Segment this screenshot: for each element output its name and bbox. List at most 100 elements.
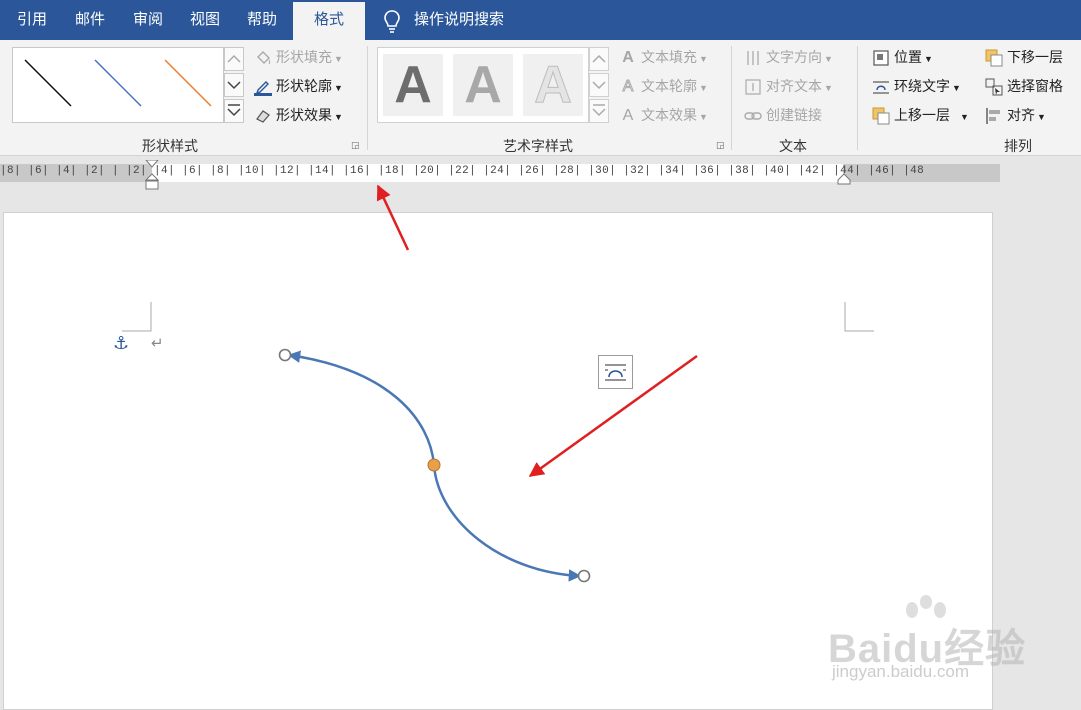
create-link-button[interactable]: 创建链接 <box>744 103 822 127</box>
bring-forward-label: 上移一层 <box>894 107 950 123</box>
selection-pane-button[interactable]: 选择窗格 <box>985 74 1063 98</box>
align-text-icon <box>745 79 761 95</box>
dropdown-caret-icon: ▼ <box>824 54 833 64</box>
wordart-gallery[interactable]: A A A <box>377 47 589 123</box>
shape-outline-label: 形状轮廓 <box>276 78 332 94</box>
group-label-arrange: 排列 <box>1004 138 1032 154</box>
dropdown-caret-icon: ▼ <box>334 83 343 93</box>
group-divider <box>857 46 858 150</box>
text-direction-button[interactable]: 文字方向 ▼ <box>744 45 833 69</box>
chevron-up-icon <box>227 54 241 63</box>
dialog-launcher-icon[interactable]: ◲ <box>716 140 726 150</box>
shape-fill-label: 形状填充 <box>276 49 332 65</box>
align-label: 对齐 <box>1007 107 1035 123</box>
group-label-wordart: 艺术字样式 <box>503 138 573 154</box>
chevron-down-icon <box>592 81 606 90</box>
watermark-url: jingyan.baidu.com <box>832 662 970 681</box>
gallery-expand-icon <box>227 104 241 117</box>
dropdown-caret-icon: ▼ <box>699 54 708 64</box>
wordart-preview-3[interactable]: A <box>523 54 583 116</box>
text-outline-icon: A <box>622 78 634 96</box>
dropdown-caret-icon: ▼ <box>334 112 343 122</box>
style-preview-black[interactable] <box>24 59 72 107</box>
horizontal-ruler[interactable]: |8| |6| |4| |2| | |2| |4| |6| |8| |10| |… <box>0 160 1000 190</box>
shape-fill-button[interactable]: 形状填充 ▼ <box>254 45 343 69</box>
shape-effects-button[interactable]: 形状效果 ▼ <box>254 103 343 127</box>
position-label: 位置 <box>894 49 922 65</box>
wordart-more[interactable] <box>589 99 609 123</box>
text-effects-label: 文本效果 <box>641 107 697 123</box>
position-icon <box>873 50 889 66</box>
send-backward-icon <box>985 49 1003 67</box>
dropdown-caret-icon: ▼ <box>699 112 708 122</box>
tab-help[interactable]: 帮助 <box>234 0 290 40</box>
style-preview-blue[interactable] <box>94 59 142 107</box>
ribbon: 形状填充 ▼ 形状轮廓 ▼ 形状效果 ▼ 形状样式 ◲ A A A A 文本填充 ▼ A文… <box>0 40 1081 156</box>
align-button[interactable]: 对齐 ▼ <box>985 103 1046 127</box>
bring-forward-icon <box>872 107 890 125</box>
bring-forward-button[interactable]: 上移一层 ▼ <box>872 103 969 127</box>
dropdown-caret-icon: ▼ <box>699 83 708 93</box>
send-backward-label: 下移一层 <box>1007 49 1063 65</box>
tab-review[interactable]: 审阅 <box>120 0 176 40</box>
paint-bucket-icon <box>257 51 271 65</box>
gallery-scroll-up[interactable] <box>224 47 244 71</box>
text-effects-button[interactable]: A 文本效果 ▼ <box>619 103 708 127</box>
align-text-label: 对齐文本 <box>766 78 822 94</box>
chevron-down-icon <box>227 81 241 90</box>
dropdown-caret-icon: ▼ <box>1037 112 1046 122</box>
text-fill-button[interactable]: A 文本填充 ▼ <box>619 45 708 69</box>
text-fill-icon: A <box>622 49 634 67</box>
text-direction-icon <box>747 51 759 66</box>
send-backward-button[interactable]: 下移一层 <box>985 45 1063 69</box>
indent-markers-icon[interactable] <box>145 160 159 190</box>
link-icon <box>744 112 762 120</box>
tab-mailings[interactable]: 邮件 <box>62 0 118 40</box>
text-outline-button[interactable]: A 文本轮廓 ▼ <box>619 74 708 98</box>
dropdown-caret-icon: ▼ <box>334 54 343 64</box>
text-effects-icon: A <box>622 107 634 125</box>
tell-me-search[interactable]: 操作说明搜索 <box>414 0 504 40</box>
position-button[interactable]: 位置 ▼ <box>872 45 933 69</box>
create-link-label: 创建链接 <box>766 107 822 123</box>
wrap-text-label: 环绕文字 <box>894 78 950 94</box>
align-text-button[interactable]: 对齐文本 ▼ <box>744 74 833 98</box>
tab-format[interactable]: 格式 <box>293 2 365 40</box>
dialog-launcher-icon[interactable]: ◲ <box>351 140 361 150</box>
tab-view[interactable]: 视图 <box>177 0 233 40</box>
shape-effects-icon <box>256 110 270 124</box>
selection-pane-label: 选择窗格 <box>1007 78 1063 94</box>
group-label-shape-styles: 形状样式 <box>142 138 198 154</box>
baidu-watermark: Baidu经验 jingyan.baidu.com <box>828 594 1028 694</box>
layout-options-icon <box>605 364 626 381</box>
gallery-scroll-down[interactable] <box>224 73 244 97</box>
wordart-scroll-up[interactable] <box>589 47 609 71</box>
text-outline-label: 文本轮廓 <box>641 78 697 94</box>
ribbon-tab-bar: 引用 邮件 审阅 视图 帮助 格式 操作说明搜索 <box>0 0 1081 40</box>
gallery-more[interactable] <box>224 99 244 123</box>
wrap-text-icon <box>873 81 889 94</box>
dropdown-caret-icon: ▼ <box>824 83 833 93</box>
align-objects-icon <box>986 108 1000 125</box>
shape-outline-button[interactable]: 形状轮廓 ▼ <box>254 74 343 98</box>
layout-options-button[interactable] <box>598 355 633 389</box>
dropdown-caret-icon: ▼ <box>924 54 933 64</box>
dropdown-caret-icon: ▼ <box>960 112 969 122</box>
lightbulb-icon[interactable] <box>382 9 402 33</box>
selection-pane-icon <box>985 78 1003 96</box>
shape-style-previews <box>24 59 212 107</box>
pen-outline-icon <box>254 81 272 97</box>
shape-style-gallery[interactable] <box>12 47 224 123</box>
group-divider <box>367 46 368 150</box>
right-indent-marker-icon[interactable] <box>837 172 851 186</box>
dropdown-caret-icon: ▼ <box>952 83 961 93</box>
wordart-preview-2[interactable]: A <box>453 54 513 116</box>
wordart-scroll-down[interactable] <box>589 73 609 97</box>
tab-references[interactable]: 引用 <box>4 0 60 40</box>
gallery-expand-icon <box>592 104 606 117</box>
wrap-text-button[interactable]: 环绕文字 ▼ <box>872 74 961 98</box>
style-preview-orange[interactable] <box>164 59 212 107</box>
shape-effects-label: 形状效果 <box>276 107 332 123</box>
group-label-text: 文本 <box>779 138 807 154</box>
wordart-preview-1[interactable]: A <box>383 54 443 116</box>
